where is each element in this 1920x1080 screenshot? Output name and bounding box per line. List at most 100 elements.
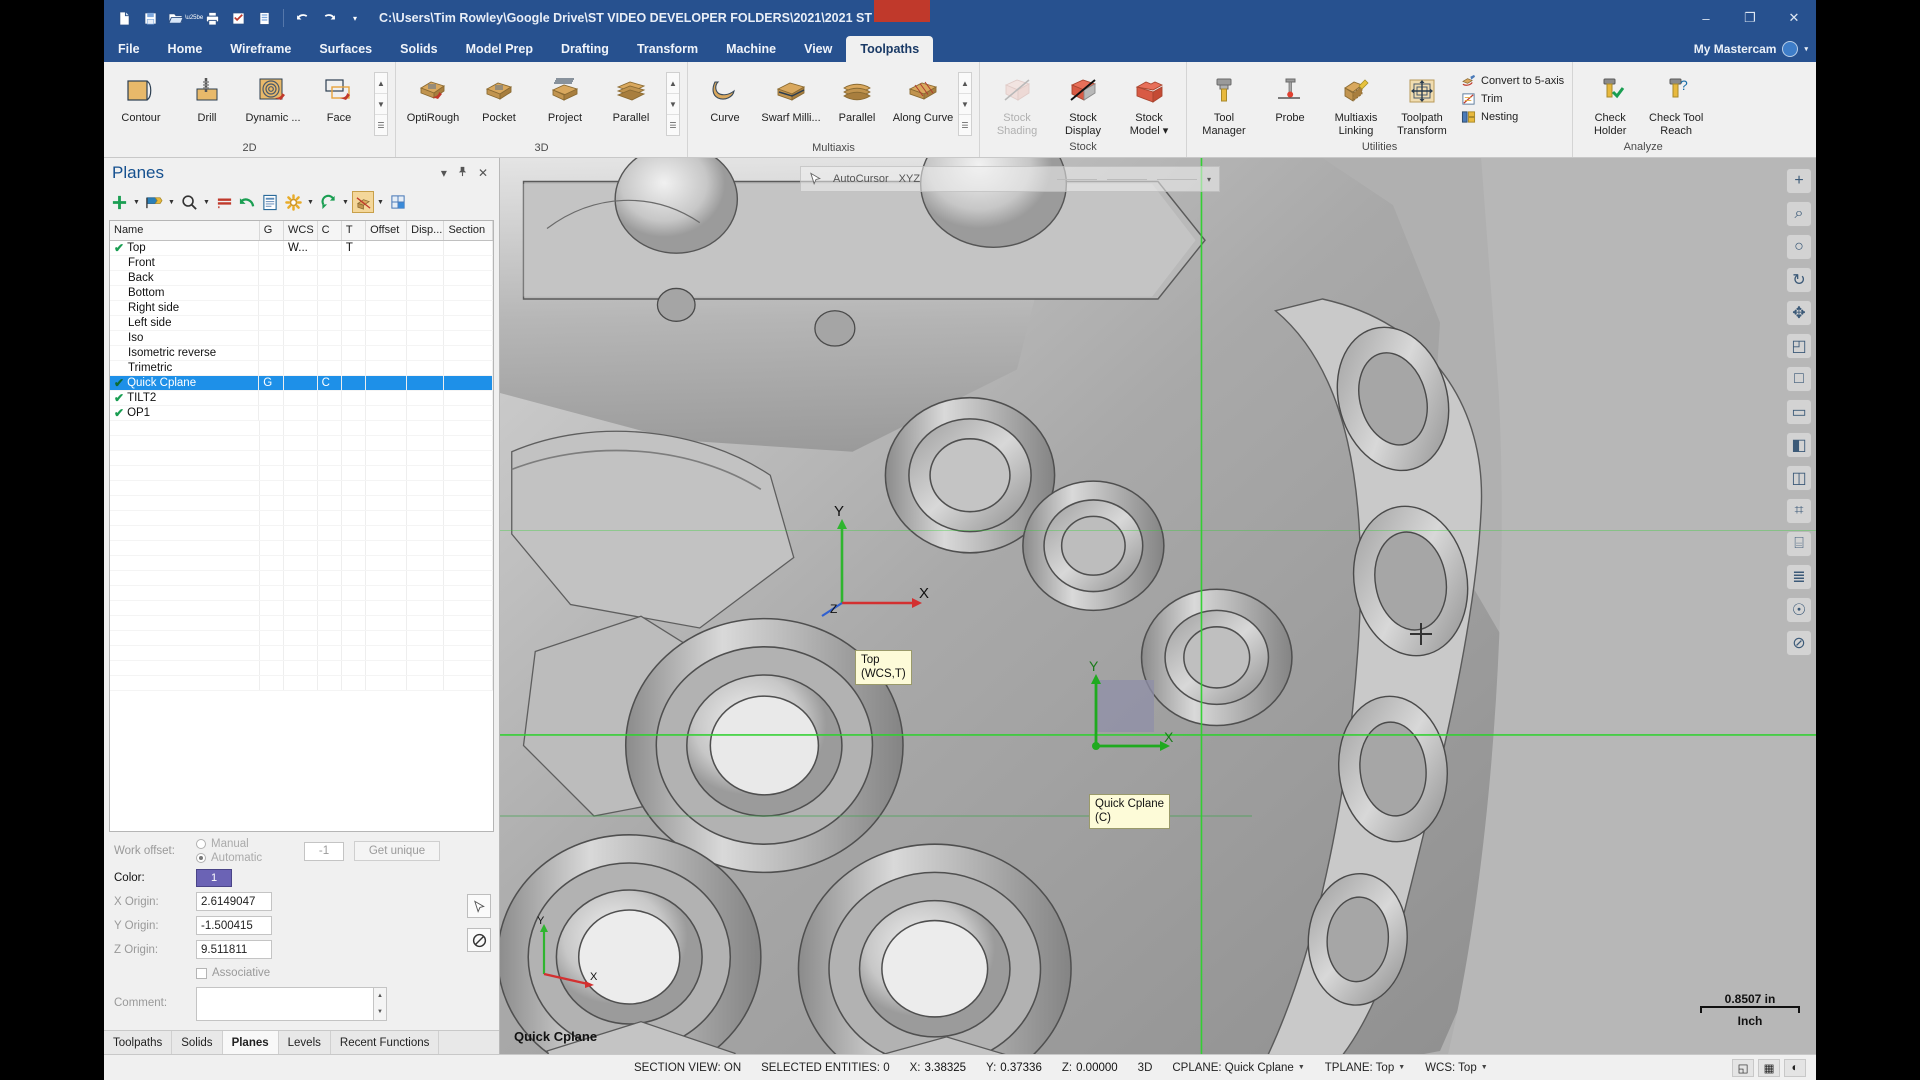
- refresh-planes-button[interactable]: [317, 191, 339, 213]
- tab-machine[interactable]: Machine: [712, 36, 790, 62]
- ribbon-button-check-tool-reach[interactable]: ? Check Tool Reach: [1643, 68, 1709, 137]
- plane-settings-caret-icon[interactable]: ▼: [305, 191, 316, 213]
- scroll-down-icon[interactable]: ▼: [374, 1004, 386, 1020]
- status-tplane[interactable]: TPLANE: Top ▼: [1315, 1062, 1415, 1074]
- column-header-section[interactable]: Section: [443, 221, 493, 241]
- scroll-up-icon[interactable]: ▲: [375, 73, 387, 94]
- status-wcs[interactable]: WCS: Top ▼: [1415, 1062, 1498, 1074]
- undo-icon[interactable]: [291, 6, 315, 30]
- panel-close-icon[interactable]: ✕: [473, 166, 493, 180]
- zoom-window-icon[interactable]: ⌕: [1786, 201, 1812, 227]
- column-header-disp[interactable]: Disp...: [406, 221, 445, 241]
- tab-home[interactable]: Home: [154, 36, 217, 62]
- gallery-expand-icon[interactable]: ☰: [667, 115, 679, 135]
- ribbon-gallery-scroller-multiaxis[interactable]: ▲ ▼ ☰: [958, 72, 972, 136]
- ribbon-button-along-curve[interactable]: Along Curve: [890, 68, 956, 125]
- ribbon-gallery-scroller-2d[interactable]: ▲ ▼ ☰: [374, 72, 388, 136]
- maximize-button[interactable]: ❐: [1728, 0, 1772, 36]
- ribbon-button-drill[interactable]: Drill: [174, 68, 240, 125]
- ribbon-button-stock-display[interactable]: Stock Display: [1050, 68, 1116, 137]
- plane-tag-quick-cplane[interactable]: Quick Cplane (C): [1089, 794, 1171, 829]
- save-icon[interactable]: [138, 6, 162, 30]
- ribbon-gallery-scroller-3d[interactable]: ▲ ▼ ☰: [666, 72, 680, 136]
- find-plane-caret-icon[interactable]: ▼: [201, 191, 212, 213]
- file-icon[interactable]: [252, 6, 276, 30]
- dynamic-rotate-icon[interactable]: ↻: [1786, 267, 1812, 293]
- ribbon-button-project[interactable]: Project: [532, 68, 598, 125]
- add-plane-caret-icon[interactable]: ▼: [131, 191, 142, 213]
- plane-from-geometry-button[interactable]: [143, 191, 165, 213]
- ribbon-button-probe[interactable]: Probe: [1257, 68, 1323, 125]
- plane-properties-button[interactable]: [259, 191, 281, 213]
- section-view-icon[interactable]: ⌸: [1786, 531, 1812, 557]
- scroll-down-icon[interactable]: ▼: [959, 94, 971, 115]
- ribbon-button-multiaxis-linking[interactable]: Multiaxis Linking: [1323, 68, 1389, 137]
- tab-file[interactable]: File: [104, 36, 154, 62]
- blank-icon[interactable]: ⊘: [1786, 630, 1812, 656]
- panel-tab-levels[interactable]: Levels: [279, 1031, 331, 1054]
- table-row[interactable]: Iso: [110, 330, 493, 346]
- ribbon-button-toolpath-transform[interactable]: Toolpath Transform: [1389, 68, 1455, 137]
- grid-toggle-icon[interactable]: ⌗: [1786, 498, 1812, 524]
- y-origin-input[interactable]: -1.500415: [196, 916, 272, 935]
- plane-from-geometry-caret-icon[interactable]: ▼: [166, 191, 177, 213]
- table-row[interactable]: Right side: [110, 300, 493, 316]
- associative-row[interactable]: Associative: [114, 967, 491, 979]
- display-options-button[interactable]: [387, 191, 409, 213]
- ribbon-button-contour[interactable]: Contour: [108, 68, 174, 125]
- graphics-viewport[interactable]: AutoCursor XYZ ▾ Y X Z Top (WCS,T) Y X Q…: [500, 158, 1816, 1054]
- comment-input[interactable]: [196, 987, 374, 1021]
- gallery-expand-icon[interactable]: ☰: [959, 115, 971, 135]
- column-header-offset[interactable]: Offset: [365, 221, 408, 241]
- wcs-icon[interactable]: ☉: [1786, 597, 1812, 623]
- ribbon-button-parallel-multiaxis[interactable]: Parallel: [824, 68, 890, 125]
- panel-tab-solids[interactable]: Solids: [172, 1031, 223, 1054]
- ribbon-button-optirough[interactable]: OptiRough: [400, 68, 466, 125]
- tab-toolpaths[interactable]: Toolpaths: [846, 36, 934, 62]
- selection-mode-icon[interactable]: ◱: [1732, 1058, 1754, 1077]
- wireframe-shading-icon[interactable]: ◧: [1786, 432, 1812, 458]
- table-row[interactable]: ✔ OP1: [110, 405, 493, 421]
- plane-active-check-icon[interactable]: ✔: [114, 406, 124, 420]
- ribbon-button-parallel-3d[interactable]: Parallel: [598, 68, 664, 125]
- table-row[interactable]: Left side: [110, 315, 493, 331]
- plane-active-check-icon[interactable]: ✔: [114, 376, 124, 390]
- open-caret-icon[interactable]: \u25be: [185, 6, 203, 30]
- table-row[interactable]: Isometric reverse: [110, 345, 493, 361]
- add-plane-button[interactable]: [108, 191, 130, 213]
- select-origin-button[interactable]: [467, 894, 491, 918]
- scroll-up-icon[interactable]: ▲: [667, 73, 679, 94]
- tab-wireframe[interactable]: Wireframe: [216, 36, 305, 62]
- panel-tab-toolpaths[interactable]: Toolpaths: [104, 1031, 173, 1054]
- ribbon-button-convert-5axis[interactable]: Convert to 5-axis: [1461, 74, 1564, 88]
- scroll-up-icon[interactable]: ▲: [374, 988, 386, 1004]
- table-row[interactable]: Front: [110, 255, 493, 271]
- table-row[interactable]: Bottom: [110, 285, 493, 301]
- clear-origin-button[interactable]: [467, 928, 491, 952]
- chevron-down-icon[interactable]: ▾: [1804, 45, 1808, 53]
- tab-transform[interactable]: Transform: [623, 36, 712, 62]
- table-row[interactable]: Trimetric: [110, 360, 493, 376]
- plane-list-button[interactable]: [213, 191, 235, 213]
- plane-settings-button[interactable]: [282, 191, 304, 213]
- chevron-down-icon[interactable]: ▼: [1481, 1064, 1488, 1071]
- zoom-fit-icon[interactable]: +: [1786, 168, 1812, 194]
- status-cplane[interactable]: CPLANE: Quick Cplane ▼: [1162, 1062, 1314, 1074]
- quick-mask-icon[interactable]: ◐: [1784, 1058, 1806, 1077]
- chevron-down-icon[interactable]: ▼: [1398, 1064, 1405, 1071]
- ribbon-button-pocket[interactable]: Pocket: [466, 68, 532, 125]
- scroll-down-icon[interactable]: ▼: [667, 94, 679, 115]
- plane-active-check-icon[interactable]: ✔: [114, 241, 124, 255]
- comment-scroll-buttons[interactable]: ▲ ▼: [374, 987, 387, 1021]
- table-row[interactable]: ✔ TILT2: [110, 390, 493, 406]
- ribbon-button-nesting[interactable]: Nesting: [1461, 110, 1564, 124]
- front-view-icon[interactable]: ▭: [1786, 399, 1812, 425]
- panel-dropdown-icon[interactable]: ▾: [436, 166, 452, 180]
- autocursor-toolbar[interactable]: AutoCursor XYZ ▾: [800, 166, 1220, 192]
- print-icon[interactable]: [200, 6, 224, 30]
- print-preview-icon[interactable]: [226, 6, 250, 30]
- status-dimension-mode[interactable]: 3D: [1128, 1062, 1163, 1074]
- find-plane-button[interactable]: [178, 191, 200, 213]
- tab-solids[interactable]: Solids: [386, 36, 452, 62]
- tab-surfaces[interactable]: Surfaces: [305, 36, 386, 62]
